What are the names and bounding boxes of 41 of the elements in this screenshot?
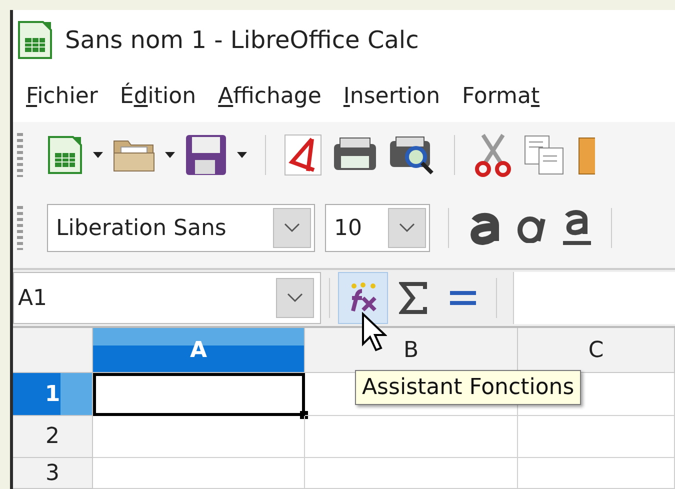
- menu-item[interactable]: Format: [462, 84, 540, 108]
- column-header[interactable]: B: [305, 328, 518, 373]
- cell[interactable]: [518, 416, 675, 458]
- menu-item[interactable]: Fichier: [26, 84, 98, 108]
- print-preview-icon[interactable]: [388, 135, 436, 175]
- chevron-icon: [284, 223, 300, 233]
- sum-icon: [399, 282, 427, 314]
- menu-item[interactable]: Affichage: [218, 84, 322, 108]
- active-cell[interactable]: [93, 373, 305, 416]
- cell[interactable]: [518, 458, 675, 489]
- caret-icon[interactable]: [165, 152, 175, 158]
- cell[interactable]: [93, 458, 305, 489]
- font-size-combobox[interactable]: 10: [325, 204, 430, 252]
- chevron-icon: [287, 293, 303, 303]
- chevron-icon: [399, 223, 415, 233]
- name-box[interactable]: A1: [13, 272, 321, 324]
- cell[interactable]: [93, 416, 305, 458]
- function-wizard-button[interactable]: [338, 272, 388, 324]
- tooltip: Assistant Fonctions: [355, 370, 582, 405]
- menu-item[interactable]: Insertion: [343, 84, 440, 108]
- formula-input[interactable]: [513, 272, 675, 324]
- app-icon: [17, 20, 53, 60]
- row-header[interactable]: 1: [13, 373, 93, 416]
- cell[interactable]: [305, 458, 518, 489]
- copy-icon[interactable]: [523, 134, 565, 176]
- row-header[interactable]: 2: [13, 416, 93, 458]
- font-name-combobox[interactable]: Liberation Sans: [47, 204, 315, 252]
- menu-item[interactable]: Édition: [120, 84, 196, 108]
- caret-icon[interactable]: [93, 152, 103, 158]
- fill-handle[interactable]: [300, 411, 308, 419]
- window-title: Sans nom 1 - LibreOffice Calc: [65, 26, 419, 54]
- underline-icon[interactable]: [561, 208, 593, 248]
- column-header[interactable]: A: [93, 328, 305, 373]
- caret-icon[interactable]: [237, 152, 247, 158]
- cell[interactable]: [305, 416, 518, 458]
- new-spreadsheet-icon[interactable]: [47, 135, 83, 175]
- column-header[interactable]: C: [518, 328, 675, 373]
- row-header[interactable]: 3: [13, 458, 93, 489]
- equals-icon: [450, 290, 476, 306]
- pdf-icon[interactable]: [284, 134, 322, 176]
- scissors-icon[interactable]: [473, 133, 513, 177]
